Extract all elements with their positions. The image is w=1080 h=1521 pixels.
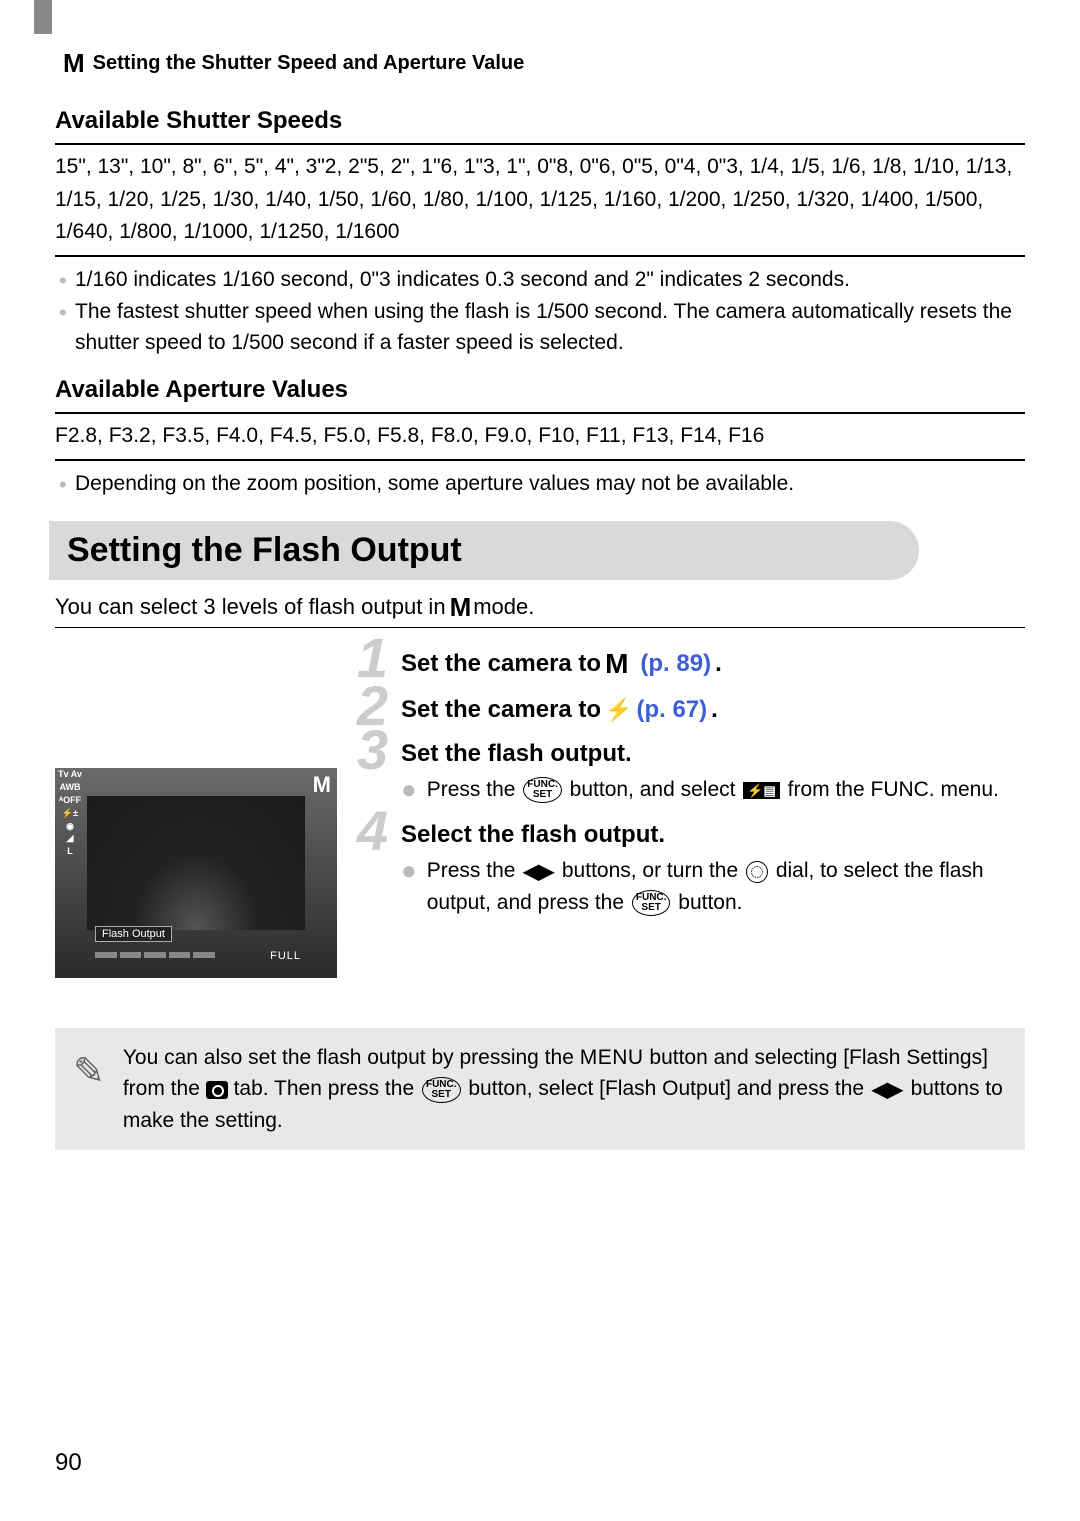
step-body-text: buttons, or turn the <box>562 859 744 882</box>
shutter-note: The fastest shutter speed when using the… <box>55 297 1025 358</box>
lcd-icon: ⚡± <box>57 809 83 819</box>
flash-icon: ⚡ <box>605 697 632 723</box>
side-tab-marker <box>34 0 52 34</box>
shutter-values: 15", 13", 10", 8", 6", 5", 4", 3"2, 2"5,… <box>55 143 1025 257</box>
step-body-text: button. <box>678 891 742 914</box>
shutter-heading: Available Shutter Speeds <box>55 107 1025 135</box>
lcd-icon: AWB <box>57 783 83 793</box>
page-ref-link[interactable]: (p. 89) <box>640 650 711 678</box>
lcd-icon: L <box>57 847 83 857</box>
lcd-icon: Tv Av <box>57 770 83 780</box>
lcd-icon: ◉ <box>57 822 83 832</box>
camera-lcd-screenshot: Tv Av AWB ᴬOFF ⚡± ◉ ◢ L M Flash Output F… <box>55 768 337 978</box>
step-number: 3 <box>357 722 388 778</box>
lcd-output-bar <box>95 952 215 958</box>
shutter-notes: 1/160 indicates 1/160 second, 0"3 indica… <box>55 265 1025 358</box>
aperture-note: Depending on the zoom position, some ape… <box>55 469 1025 499</box>
aperture-values: F2.8, F3.2, F3.5, F4.0, F4.5, F5.0, F5.8… <box>55 412 1025 461</box>
menu-button-label: MENU <box>580 1046 644 1069</box>
lcd-left-icons: Tv Av AWB ᴬOFF ⚡± ◉ ◢ L <box>57 770 83 857</box>
section-banner: Setting the Flash Output <box>49 521 919 580</box>
note-box: ✎ You can also set the flash output by p… <box>55 1028 1025 1151</box>
control-dial-icon <box>746 861 768 883</box>
func-set-button-icon: FUNC.SET <box>422 1077 461 1103</box>
note-text: button, select [Flash Output] and press … <box>468 1077 870 1100</box>
left-right-arrows-icon: ◀▶ <box>523 857 554 887</box>
func-set-button-icon: FUNC.SET <box>523 777 562 803</box>
running-header: M Setting the Shutter Speed and Aperture… <box>63 48 1025 79</box>
step-2: 2 Set the camera to ⚡ (p. 67). <box>357 696 1025 724</box>
aperture-heading: Available Aperture Values <box>55 376 1025 404</box>
intro-line: You can select 3 levels of flash output … <box>55 592 1025 623</box>
intro-text: mode. <box>473 594 534 620</box>
flash-exposure-icon: ⚡▤ <box>743 782 779 799</box>
lcd-icon: ᴬOFF <box>57 796 83 806</box>
left-right-arrows-icon: ◀▶ <box>872 1075 903 1105</box>
section-banner-title: Setting the Flash Output <box>67 531 901 570</box>
lcd-icon: ◢ <box>57 834 83 844</box>
step-body-text: Press the <box>427 859 522 882</box>
step-title-text: Select the flash output. <box>401 821 1025 849</box>
mode-m-icon: M <box>450 592 472 623</box>
mode-m-icon: M <box>63 48 85 79</box>
step-title-text: Set the camera to <box>401 696 601 724</box>
shutter-note: 1/160 indicates 1/160 second, 0"3 indica… <box>55 265 1025 295</box>
step-number: 4 <box>357 803 388 859</box>
aperture-notes: Depending on the zoom position, some ape… <box>55 469 1025 499</box>
lcd-full-label: FULL <box>270 950 301 962</box>
divider <box>55 627 1025 628</box>
note-text: tab. Then press the <box>234 1077 420 1100</box>
step-3: 3 Set the flash output. ● Press the FUNC… <box>357 740 1025 806</box>
page-number: 90 <box>55 1449 82 1477</box>
note-text: You can also set the flash output by pre… <box>123 1046 580 1069</box>
step-1: 1 Set the camera to M (p. 89). <box>357 648 1025 680</box>
intro-text: You can select 3 levels of flash output … <box>55 594 446 620</box>
lcd-scene <box>87 796 305 930</box>
lcd-flash-output-label: Flash Output <box>95 926 172 942</box>
pencil-icon: ✎ <box>73 1044 105 1101</box>
bullet-icon: ● <box>401 857 417 883</box>
step-title-text: Set the flash output. <box>401 740 1025 768</box>
step-body-text: Press the <box>427 778 522 801</box>
lcd-mode-icon: M <box>313 772 331 798</box>
step-4: 4 Select the flash output. ● Press the ◀… <box>357 821 1025 918</box>
running-header-text: Setting the Shutter Speed and Aperture V… <box>93 52 525 75</box>
bullet-icon: ● <box>401 776 417 802</box>
step-body-text: button, and select <box>570 778 742 801</box>
mode-m-icon: M <box>605 648 628 680</box>
page-ref-link[interactable]: (p. 67) <box>636 696 707 724</box>
step-title-text: Set the camera to <box>401 650 601 678</box>
func-set-button-icon: FUNC.SET <box>632 890 671 916</box>
step-body-text: from the FUNC. menu. <box>788 778 999 801</box>
camera-tab-icon <box>206 1081 228 1099</box>
